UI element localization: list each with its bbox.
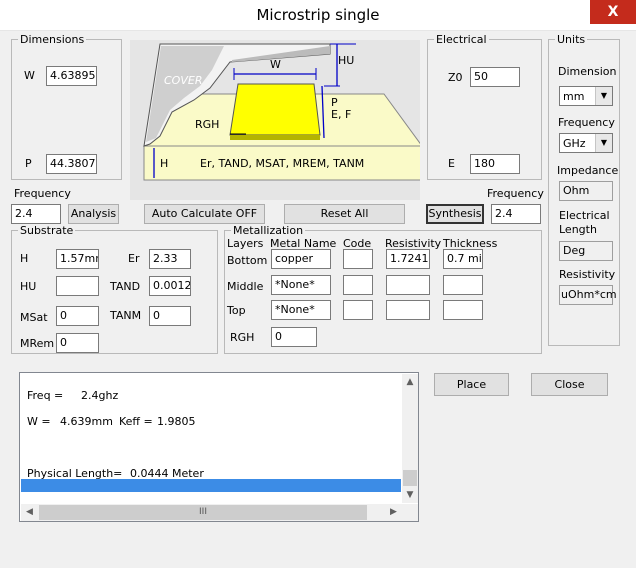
substrate-tand-label: TAND — [110, 280, 141, 293]
units-dimension-label: Dimension — [558, 65, 617, 78]
substrate-er-label: Er — [128, 252, 140, 265]
rgh-input[interactable]: 0 — [271, 327, 317, 347]
e-input[interactable]: 180 — [470, 154, 520, 174]
top-resistivity-input[interactable] — [386, 300, 430, 320]
substrate-mrem-input[interactable]: 0 — [56, 333, 99, 353]
substrate-hu-label: HU — [20, 280, 37, 293]
layer-label-top: Top — [227, 304, 246, 317]
strip-edge — [230, 135, 320, 140]
substrate-tand-input[interactable]: 0.0012 — [149, 276, 191, 296]
substrate-msat-input[interactable]: 0 — [56, 306, 99, 326]
substrate-h-input[interactable]: 1.57mm — [56, 249, 99, 269]
substrate-h-label: H — [20, 252, 29, 265]
dimension-w-input[interactable]: 4.63895 — [46, 66, 97, 86]
chevron-down-icon[interactable]: ▼ — [595, 134, 612, 152]
window-title: Microstrip single — [256, 6, 380, 24]
dimension-unit-value: mm — [563, 90, 585, 103]
horizontal-scroll-thumb[interactable]: III — [39, 505, 367, 520]
result-keff-label: Keff = — [119, 415, 153, 428]
z0-label: Z0 — [448, 71, 463, 84]
layer-label-bottom: Bottom — [227, 254, 268, 267]
substrate-tanm-label: TANM — [110, 309, 142, 322]
scroll-left-icon[interactable]: ◀ — [21, 504, 38, 521]
bottom-thickness-input[interactable]: 0.7 mil — [443, 249, 483, 269]
vertical-scrollbar[interactable]: ▲ ▼ — [402, 374, 418, 503]
substrate-hu-input[interactable] — [56, 276, 99, 296]
scroll-down-icon[interactable]: ▼ — [402, 487, 418, 503]
dimensions-group-label: Dimensions — [18, 33, 87, 46]
layer-label-middle: Middle — [227, 280, 264, 293]
top-metal-input[interactable]: *None* — [271, 300, 331, 320]
rgh-label: RGH — [230, 331, 255, 344]
substrate-group-label: Substrate — [18, 224, 76, 237]
strip-conductor — [229, 83, 321, 136]
metallization-group-label: Metallization — [231, 224, 306, 237]
frequency-unit-value: GHz — [563, 137, 586, 150]
diagram-rgh-label: RGH — [195, 118, 219, 131]
units-frequency-label: Frequency — [558, 116, 615, 129]
middle-code-input[interactable] — [343, 275, 373, 295]
dimension-p-input[interactable]: 44.3807 — [46, 154, 97, 174]
microstrip-diagram: HU COVER W P E, F RGH H Er, TAND, MSAT, … — [130, 40, 420, 200]
resistivity-unit-field: uOhm*cm — [559, 285, 617, 305]
diagram-cover-label: COVER — [164, 74, 202, 87]
diagram-ef-label: E, F — [331, 108, 351, 121]
analysis-button[interactable]: Analysis — [68, 204, 119, 224]
place-button[interactable]: Place — [434, 373, 509, 396]
scroll-up-icon[interactable]: ▲ — [402, 374, 418, 390]
left-frequency-input[interactable]: 2.4 — [11, 204, 61, 224]
horizontal-scrollbar[interactable]: ◀ III ▶ — [21, 504, 402, 521]
diagram-w-label: W — [270, 58, 281, 71]
results-listbox[interactable]: Freq = 2.4ghz W = 4.639mm Keff = 1.9805 … — [19, 372, 419, 522]
scroll-right-icon[interactable]: ▶ — [385, 504, 402, 521]
scrollbar-corner — [402, 504, 418, 521]
electrical-length-unit-field: Deg — [559, 241, 613, 261]
auto-calculate-button[interactable]: Auto Calculate OFF — [144, 204, 265, 224]
selected-row[interactable] — [21, 479, 401, 492]
impedance-unit-field: Ohm — [559, 181, 613, 201]
dimension-w-label: W — [24, 69, 35, 82]
dimension-p-label: P — [25, 157, 32, 170]
top-thickness-input[interactable] — [443, 300, 483, 320]
diagram-hu-label: HU — [338, 54, 354, 67]
z0-input[interactable]: 50 — [470, 67, 520, 87]
top-code-input[interactable] — [343, 300, 373, 320]
substrate-msat-label: MSat — [20, 311, 48, 324]
synthesis-button[interactable]: Synthesis — [426, 204, 484, 224]
result-freq-value: 2.4ghz — [81, 389, 119, 402]
units-resistivity-label: Resistivity — [559, 268, 616, 281]
right-frequency-label: Frequency — [487, 187, 544, 200]
left-frequency-label: Frequency — [14, 187, 71, 200]
middle-thickness-input[interactable] — [443, 275, 483, 295]
frequency-unit-select[interactable]: GHz ▼ — [559, 133, 613, 153]
electrical-group-label: Electrical — [434, 33, 489, 46]
chevron-down-icon[interactable]: ▼ — [595, 87, 612, 105]
result-freq-label: Freq = — [27, 389, 64, 402]
units-electrical-length-label-2: Length — [559, 223, 597, 236]
e-label: E — [448, 157, 455, 170]
diagram-h-label: H — [160, 157, 168, 170]
dimension-unit-select[interactable]: mm ▼ — [559, 86, 613, 106]
bottom-resistivity-input[interactable]: 1.72413 — [386, 249, 430, 269]
reset-all-button[interactable]: Reset All — [284, 204, 405, 224]
bottom-metal-input[interactable]: copper — [271, 249, 331, 269]
units-impedance-label: Impedance — [557, 164, 619, 177]
middle-metal-input[interactable]: *None* — [271, 275, 331, 295]
diagram-substrate-params: Er, TAND, MSAT, MREM, TANM — [200, 157, 364, 170]
substrate-tanm-input[interactable]: 0 — [149, 306, 191, 326]
substrate-mrem-label: MRem — [20, 337, 55, 350]
units-group-label: Units — [555, 33, 588, 46]
header-layers: Layers — [227, 237, 264, 250]
bottom-code-input[interactable] — [343, 249, 373, 269]
result-w-value: 4.639mm — [60, 415, 113, 428]
middle-resistivity-input[interactable] — [386, 275, 430, 295]
right-frequency-input[interactable]: 2.4 — [491, 204, 541, 224]
result-w-label: W = — [27, 415, 51, 428]
substrate-er-input[interactable]: 2.33 — [149, 249, 191, 269]
close-button[interactable]: Close — [531, 373, 608, 396]
vertical-scroll-thumb[interactable] — [403, 470, 417, 486]
result-keff-value: 1.9805 — [157, 415, 196, 428]
units-electrical-length-label-1: Electrical — [559, 209, 610, 222]
window-close-button[interactable]: X — [590, 0, 636, 24]
